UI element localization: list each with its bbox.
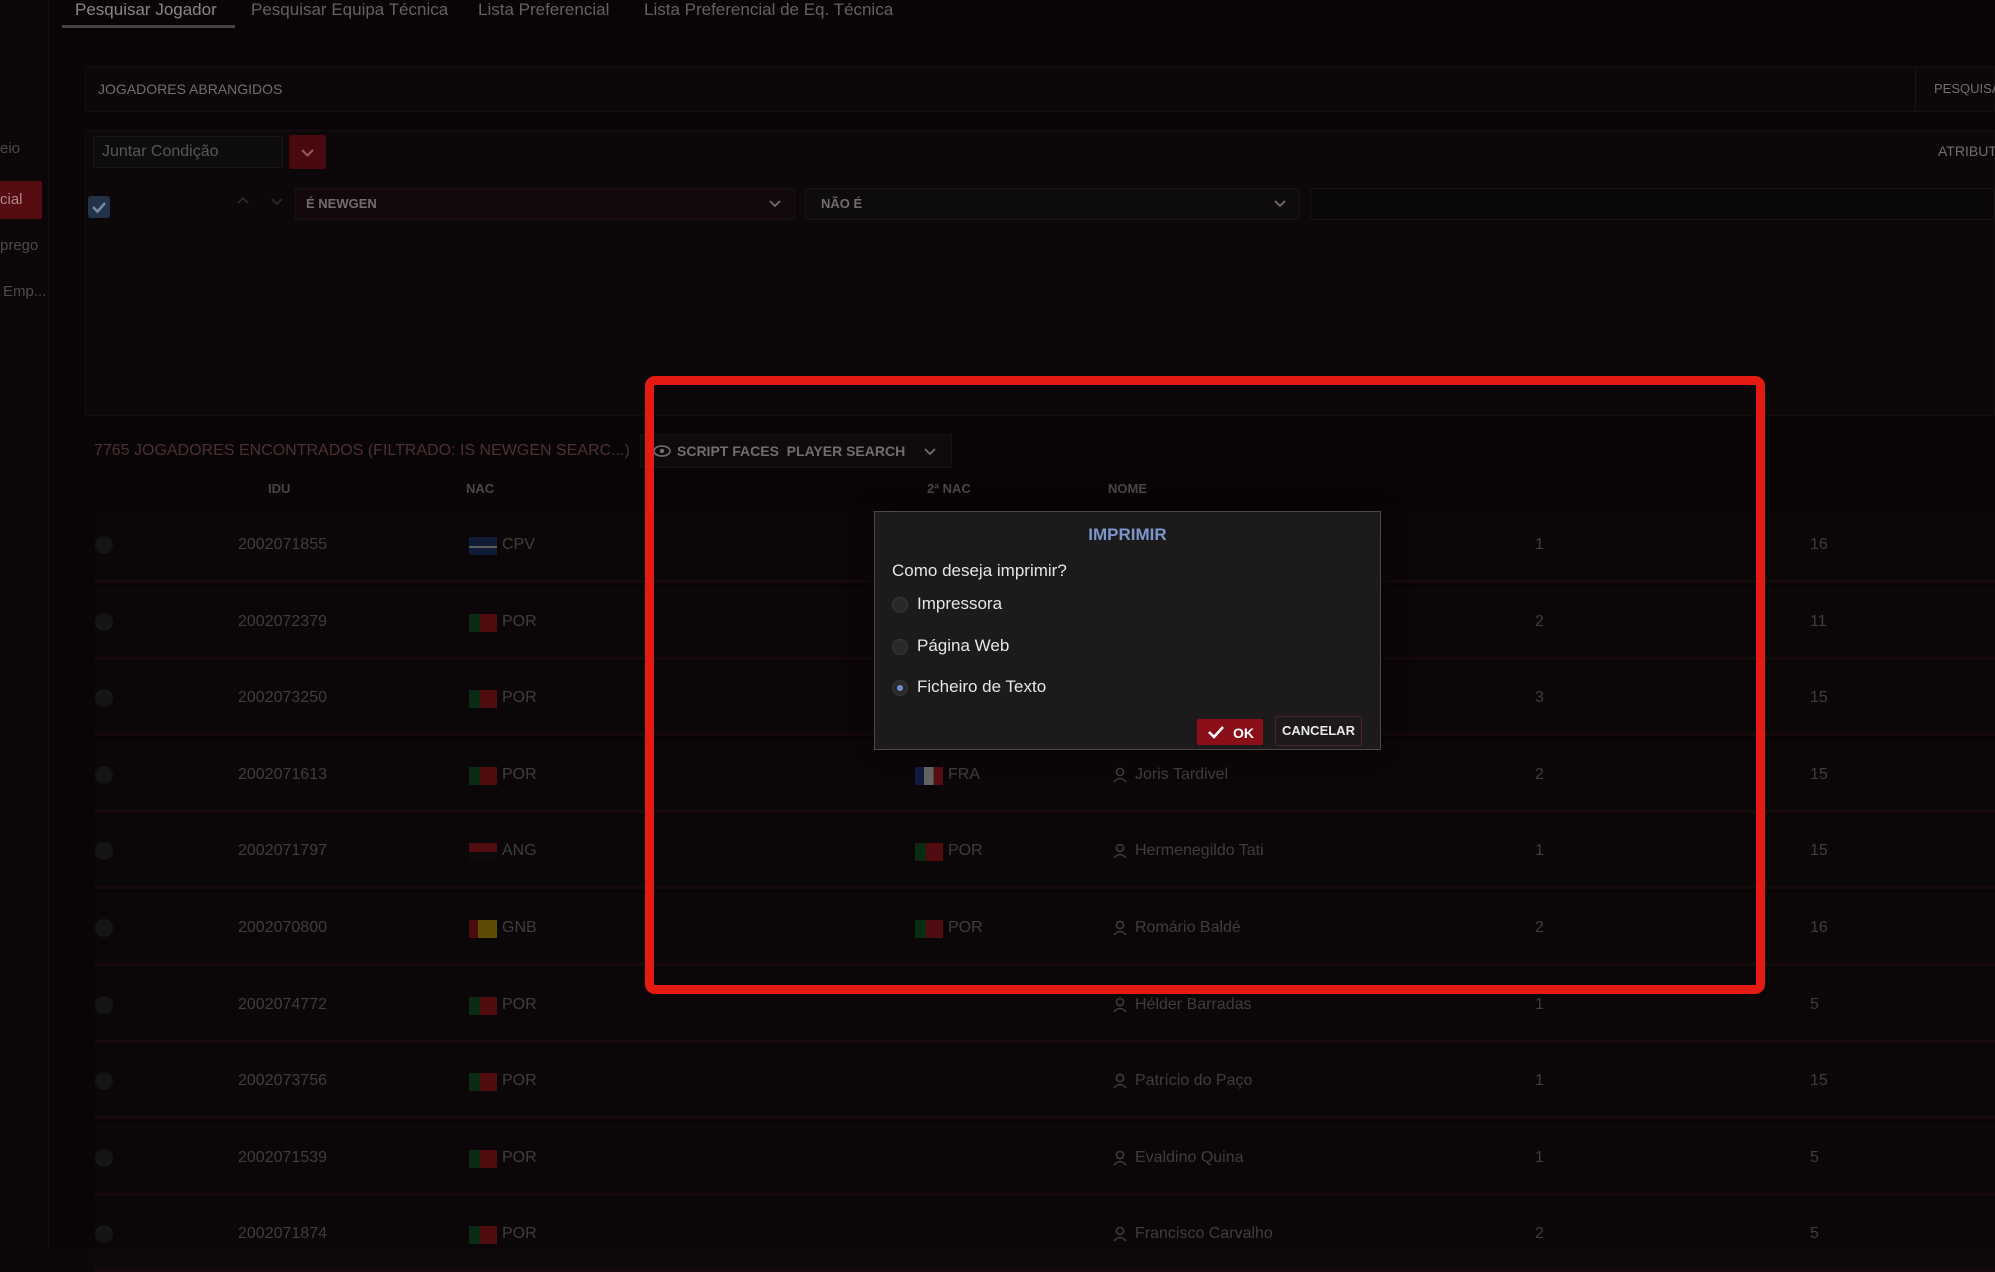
- radio-button[interactable]: [892, 639, 908, 655]
- dialog-title: IMPRIMIR: [1088, 525, 1167, 544]
- cancel-button[interactable]: CANCELAR: [1275, 716, 1362, 746]
- radio-label: Impressora: [917, 594, 1003, 613]
- radio-label: Página Web: [917, 636, 1010, 655]
- radio-button-selected[interactable]: [892, 680, 908, 696]
- print-dialog: IMPRIMIR Como deseja imprimir? Impressor…: [874, 511, 1381, 750]
- ok-button-label: OK: [1233, 725, 1254, 741]
- dialog-question: Como deseja imprimir?: [892, 561, 1067, 580]
- check-icon: [1208, 726, 1224, 739]
- ok-button[interactable]: OK: [1197, 719, 1263, 745]
- radio-label: Ficheiro de Texto: [917, 677, 1047, 696]
- radio-button[interactable]: [892, 597, 908, 613]
